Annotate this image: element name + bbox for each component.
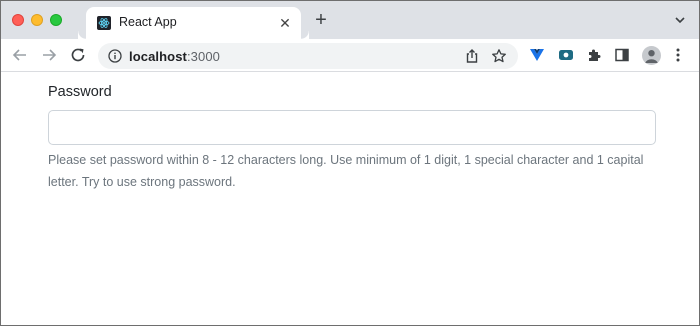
chevron-down-icon[interactable] xyxy=(673,13,687,27)
close-tab-icon[interactable]: ✕ xyxy=(277,15,293,31)
arrow-right-icon[interactable] xyxy=(40,46,58,64)
avatar-icon[interactable] xyxy=(642,46,661,65)
reload-icon[interactable] xyxy=(69,46,87,64)
share-icon[interactable] xyxy=(464,48,480,64)
password-label: Password xyxy=(48,84,112,100)
url-port: :3000 xyxy=(186,49,221,64)
side-panel-icon[interactable] xyxy=(614,47,630,63)
url-text: localhost:3000 xyxy=(129,49,220,64)
react-icon xyxy=(97,16,111,30)
tab-react-app[interactable]: React App ✕ xyxy=(86,7,309,39)
kebab-menu-icon[interactable] xyxy=(674,47,682,63)
browser-window: React App ✕ + localhost:3000 Password Pl… xyxy=(0,0,700,326)
tab-title: React App xyxy=(119,15,177,29)
minimize-window-button[interactable] xyxy=(31,14,43,26)
info-icon[interactable] xyxy=(108,49,122,63)
password-input[interactable] xyxy=(48,110,656,145)
tab-strip: React App ✕ + xyxy=(1,1,699,39)
vuejs-devtools-icon[interactable] xyxy=(529,47,545,63)
new-tab-button[interactable]: + xyxy=(312,10,330,30)
puzzle-icon[interactable] xyxy=(586,47,602,63)
arrow-left-icon[interactable] xyxy=(11,46,29,64)
page-content: Password Please set password within 8 - … xyxy=(1,73,699,325)
close-window-button[interactable] xyxy=(12,14,24,26)
address-bar[interactable]: localhost:3000 xyxy=(98,43,518,69)
browser-toolbar: localhost:3000 xyxy=(1,39,699,72)
maximize-window-button[interactable] xyxy=(50,14,62,26)
url-host: localhost xyxy=(129,49,187,64)
star-icon[interactable] xyxy=(491,48,507,64)
password-help-text: Please set password within 8 - 12 charac… xyxy=(48,153,644,189)
video-extension-icon[interactable] xyxy=(558,47,574,63)
